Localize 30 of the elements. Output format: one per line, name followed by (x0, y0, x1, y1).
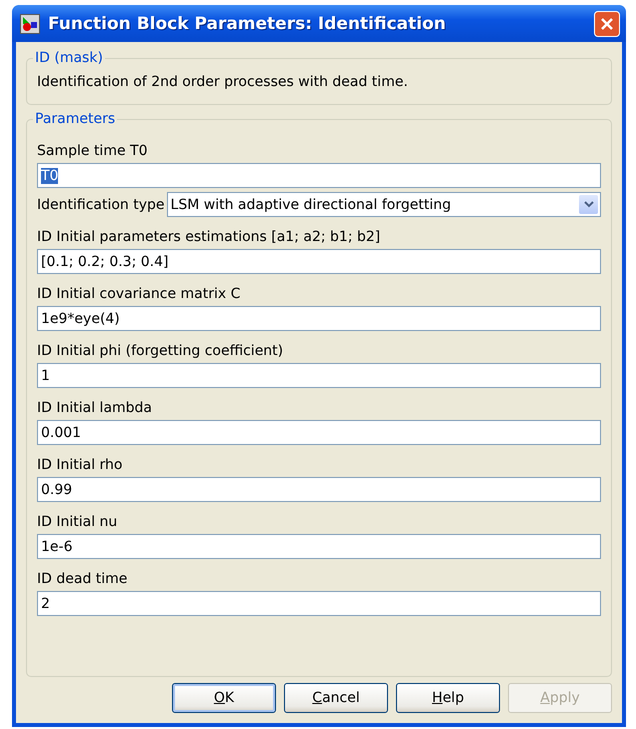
input-field[interactable]: 2 (37, 591, 601, 616)
field-label: Identification type (37, 196, 165, 212)
field-label: ID dead time (37, 571, 128, 587)
input-field[interactable]: [0.1; 0.2; 0.3; 0.4] (37, 249, 601, 274)
field-label: ID Initial parameters estimations [a1; a2; b1; b2] (37, 229, 382, 245)
description-text: Identification of 2nd order processes with dead time. (37, 73, 409, 92)
chevron-down-icon (584, 201, 594, 208)
close-icon (600, 16, 614, 30)
input-field[interactable]: 0.001 (37, 420, 601, 445)
field-label: ID Initial covariance matrix C (37, 286, 242, 302)
field-label: ID Initial phi (forgetting coefficient) (37, 343, 284, 359)
input-field[interactable]: T0 (37, 163, 601, 188)
dropdown-button[interactable] (579, 195, 598, 214)
dialog-button[interactable]: Help (396, 683, 500, 713)
field-label: Sample time T0 (37, 143, 148, 159)
input-field[interactable]: 1e-6 (37, 534, 601, 559)
dropdown-field[interactable]: LSM with adaptive directional forgetting (166, 192, 601, 217)
input-field[interactable]: 0.99 (37, 477, 601, 502)
field-label: ID Initial lambda (37, 400, 154, 416)
field-label: ID Initial rho (37, 457, 124, 473)
input-field[interactable]: 1e9*eye(4) (37, 306, 601, 331)
window-title: Function Block Parameters: Identification (48, 14, 447, 34)
close-button[interactable] (594, 10, 620, 36)
dialog-button[interactable]: Cancel (284, 683, 388, 713)
field-label: ID Initial nu (37, 514, 118, 530)
group-title: Parameters (34, 111, 116, 127)
group-title: ID (mask) (34, 50, 104, 66)
input-field[interactable]: 1 (37, 363, 601, 388)
dialog-button[interactable]: OK (172, 683, 276, 713)
block-icon (20, 14, 40, 34)
